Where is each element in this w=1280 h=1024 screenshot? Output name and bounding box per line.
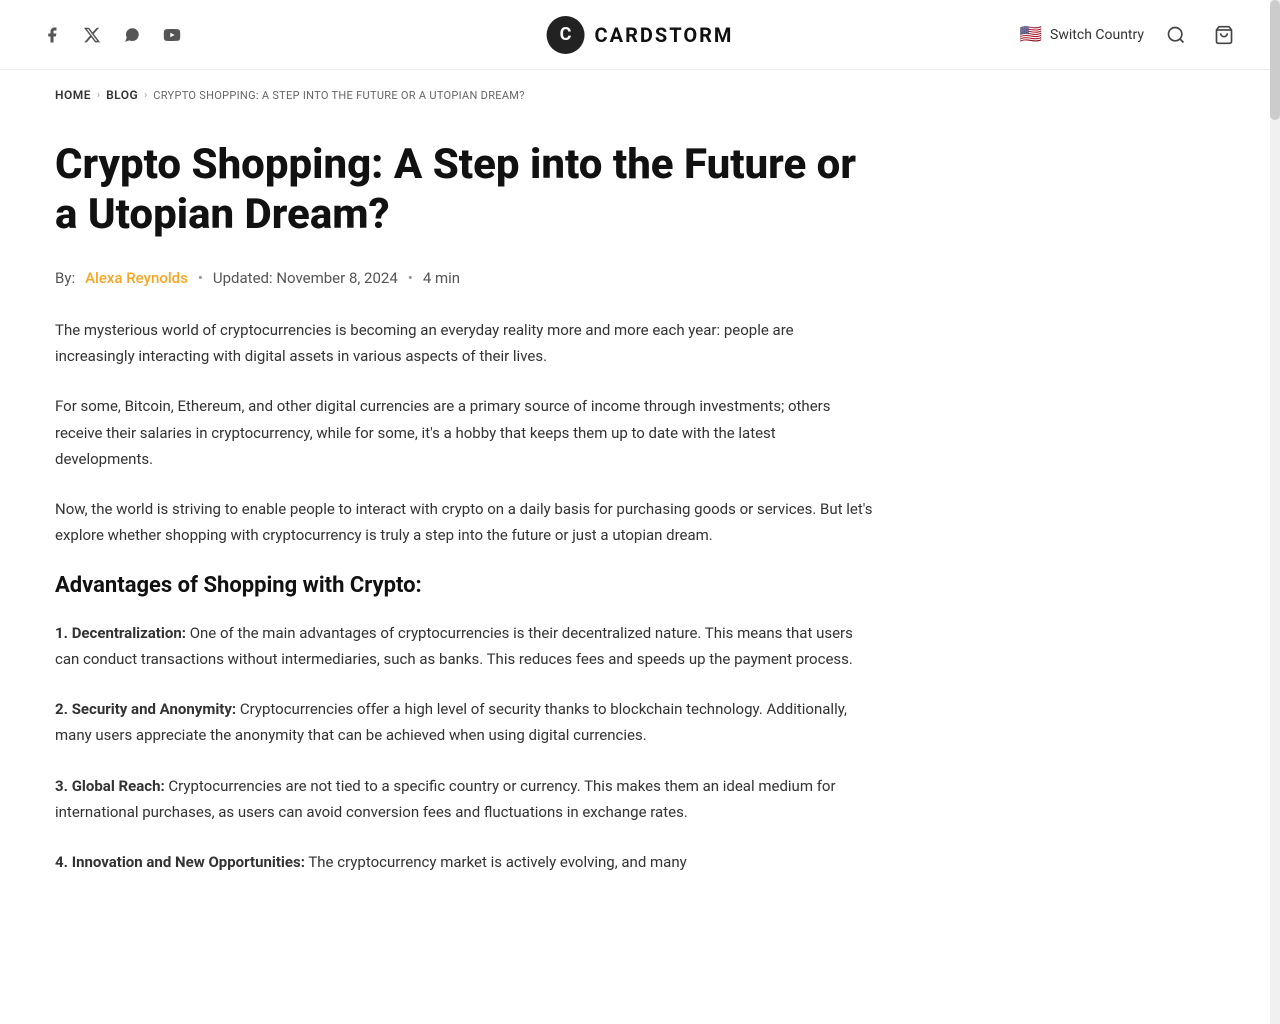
scrollbar[interactable] xyxy=(1270,0,1280,1024)
advantage-4-label: Innovation and New Opportunities: xyxy=(72,853,305,871)
search-button[interactable] xyxy=(1160,19,1192,51)
article-title: Crypto Shopping: A Step into the Future … xyxy=(55,140,875,241)
advantage-item-4: 4. Innovation and New Opportunities: The… xyxy=(55,849,875,875)
advantage-item-1: 1. Decentralization: One of the main adv… xyxy=(55,620,875,673)
intro-paragraph-1: The mysterious world of cryptocurrencies… xyxy=(55,317,875,370)
facebook-icon[interactable] xyxy=(40,23,64,47)
updated-date: Updated: November 8, 2024 xyxy=(213,269,398,287)
advantage-item-2: 2. Security and Anonymity: Cryptocurrenc… xyxy=(55,696,875,749)
advantage-4-text: 4. Innovation and New Opportunities: The… xyxy=(55,849,875,875)
advantage-2-text: 2. Security and Anonymity: Cryptocurrenc… xyxy=(55,696,875,749)
breadcrumb-sep-2: › xyxy=(144,90,147,101)
advantage-3-text: 3. Global Reach: Cryptocurrencies are no… xyxy=(55,773,875,826)
logo-name: CARDSTORM xyxy=(595,23,734,47)
advantages-heading: Advantages of Shopping with Crypto: xyxy=(55,573,1005,598)
advantage-4-body: The cryptocurrency market is actively ev… xyxy=(305,853,687,871)
advantage-item-3: 3. Global Reach: Cryptocurrencies are no… xyxy=(55,773,875,826)
advantage-1-text: 1. Decentralization: One of the main adv… xyxy=(55,620,875,673)
breadcrumb-current: CRYPTO SHOPPING: A STEP INTO THE FUTURE … xyxy=(153,89,524,102)
advantage-1-label: Decentralization: xyxy=(72,624,186,642)
cart-button[interactable] xyxy=(1208,19,1240,51)
read-time: 4 min xyxy=(423,269,460,287)
breadcrumb-blog[interactable]: BLOG xyxy=(106,88,138,102)
meta-separator-1: • xyxy=(198,269,203,287)
advantage-3-body: Cryptocurrencies are not tied to a speci… xyxy=(55,777,836,821)
breadcrumb-sep-1: › xyxy=(97,90,100,101)
advantage-2-number: 2. xyxy=(55,700,72,718)
twitter-x-icon[interactable] xyxy=(80,23,104,47)
site-logo[interactable]: C CARDSTORM xyxy=(547,16,734,54)
advantage-1-number: 1. xyxy=(55,624,72,642)
main-content: Crypto Shopping: A Step into the Future … xyxy=(0,120,1060,959)
social-links xyxy=(40,23,184,47)
advantage-4-number: 4. xyxy=(55,853,72,871)
header-actions: 🇺🇸 Switch Country xyxy=(1020,19,1240,51)
meta-separator-2: • xyxy=(408,269,413,287)
intro-paragraph-3: Now, the world is striving to enable peo… xyxy=(55,496,875,549)
scrollbar-thumb[interactable] xyxy=(1270,0,1280,120)
breadcrumb-home[interactable]: HOME xyxy=(55,88,91,102)
youtube-icon[interactable] xyxy=(160,23,184,47)
switch-country-label: Switch Country xyxy=(1050,27,1144,43)
advantage-3-number: 3. xyxy=(55,777,72,795)
advantage-2-label: Security and Anonymity: xyxy=(72,700,236,718)
switch-country-button[interactable]: 🇺🇸 Switch Country xyxy=(1020,24,1144,45)
author-name[interactable]: Alexa Reynolds xyxy=(85,269,188,287)
breadcrumb: HOME › BLOG › CRYPTO SHOPPING: A STEP IN… xyxy=(0,70,1280,120)
intro-paragraph-2: For some, Bitcoin, Ethereum, and other d… xyxy=(55,393,875,472)
whatsapp-icon[interactable] xyxy=(120,23,144,47)
flag-icon: 🇺🇸 xyxy=(1020,24,1042,45)
author-prefix: By: xyxy=(55,269,75,287)
article-body: The mysterious world of cryptocurrencies… xyxy=(55,317,1005,876)
advantage-3-label: Global Reach: xyxy=(72,777,165,795)
site-header: C CARDSTORM 🇺🇸 Switch Country xyxy=(0,0,1280,70)
logo-icon: C xyxy=(547,16,585,54)
article-meta: By: Alexa Reynolds • Updated: November 8… xyxy=(55,269,1005,287)
